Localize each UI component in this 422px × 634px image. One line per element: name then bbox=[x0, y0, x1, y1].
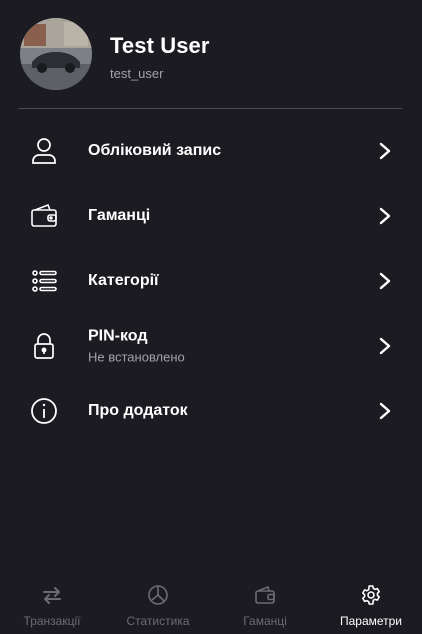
list-icon bbox=[29, 266, 59, 296]
profile-username: test_user bbox=[110, 66, 164, 81]
menu-item-label: PIN-код bbox=[88, 327, 148, 344]
menu-item-label: Про додаток bbox=[88, 401, 188, 419]
transfer-arrows-icon bbox=[41, 584, 63, 606]
nav-label: Гаманці bbox=[243, 614, 287, 628]
wallet-icon bbox=[29, 201, 59, 231]
divider bbox=[18, 108, 402, 109]
chevron-right-icon bbox=[377, 336, 393, 356]
menu-item-text: Про додаток bbox=[88, 402, 188, 420]
nav-label: Статистика bbox=[126, 614, 190, 628]
menu-item-text: Категорії bbox=[88, 272, 159, 290]
settings-menu: Обліковий запис Гаманці Категорії PIN-ко… bbox=[0, 118, 422, 443]
menu-item-label: Обліковий запис bbox=[88, 141, 222, 159]
menu-item-label: Категорії bbox=[88, 271, 159, 289]
profile-header: Test User test_user bbox=[0, 0, 422, 108]
lock-icon bbox=[29, 331, 59, 361]
chevron-right-icon bbox=[377, 401, 393, 421]
wallet-icon bbox=[254, 584, 276, 606]
nav-label: Транзакції bbox=[23, 614, 81, 628]
nav-item-transactions[interactable]: Транзакції bbox=[6, 578, 98, 634]
menu-item-text: Гаманці bbox=[88, 207, 150, 225]
menu-item-label: Гаманці bbox=[88, 206, 151, 224]
nav-item-statistics[interactable]: Статистика bbox=[112, 578, 204, 634]
avatar[interactable] bbox=[20, 18, 92, 90]
menu-item-account[interactable]: Обліковий запис bbox=[0, 118, 422, 183]
settings-screen: Test User test_user Обліковий запис Гама… bbox=[0, 0, 422, 634]
menu-item-wallets[interactable]: Гаманці bbox=[0, 183, 422, 248]
profile-name: Test User bbox=[110, 33, 210, 58]
nav-item-settings[interactable]: Параметри bbox=[325, 578, 417, 634]
menu-item-about[interactable]: Про додаток bbox=[0, 378, 422, 443]
nav-item-wallets[interactable]: Гаманці bbox=[219, 578, 311, 634]
nav-label: Параметри bbox=[339, 614, 403, 628]
chevron-right-icon bbox=[377, 141, 393, 161]
menu-item-pin[interactable]: PIN-код Не встановлено bbox=[0, 313, 422, 378]
bottom-nav: Транзакції Статистика Гаманці Параметри bbox=[0, 578, 422, 634]
chevron-right-icon bbox=[377, 271, 393, 291]
gear-icon bbox=[360, 584, 382, 606]
user-icon bbox=[29, 136, 59, 166]
pie-chart-icon bbox=[147, 584, 169, 606]
menu-item-sublabel: Не встановлено bbox=[88, 349, 185, 364]
info-icon bbox=[29, 396, 59, 426]
chevron-right-icon bbox=[377, 206, 393, 226]
menu-item-text: Обліковий запис bbox=[88, 142, 221, 160]
menu-item-categories[interactable]: Категорії bbox=[0, 248, 422, 313]
menu-item-text: PIN-код Не встановлено bbox=[88, 327, 185, 364]
